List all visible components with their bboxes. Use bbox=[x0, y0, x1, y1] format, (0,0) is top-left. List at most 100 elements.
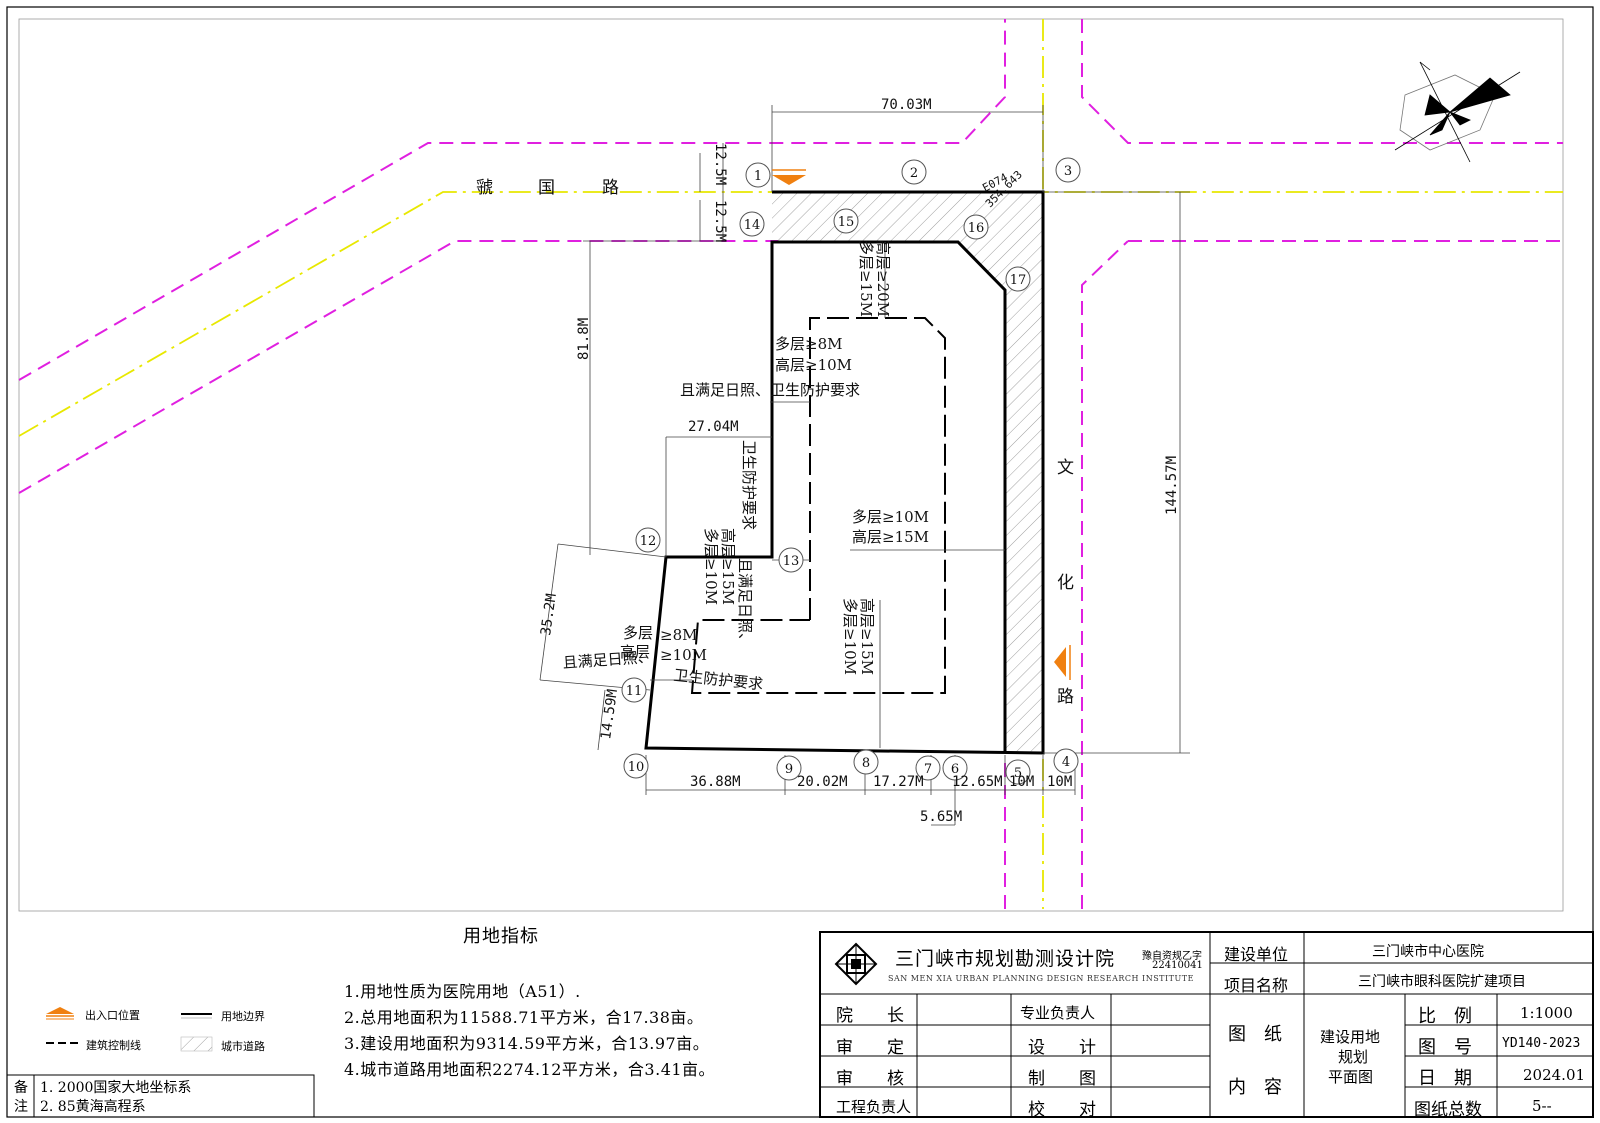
point-marker-label: 15 bbox=[838, 215, 855, 230]
setback-note: 卫生防护要求 bbox=[673, 666, 764, 693]
point-marker-label: 11 bbox=[626, 684, 643, 699]
total-label: 图纸总数 bbox=[1414, 1100, 1482, 1120]
dim-bottom-seg: 5.65M bbox=[920, 809, 962, 825]
setback-note: 多层≥10M bbox=[852, 508, 929, 526]
setback-note: 高层≥15M bbox=[719, 528, 737, 605]
dim-left-height: 81.8M bbox=[576, 318, 592, 360]
dim-road-half-lower: 12.5M bbox=[712, 200, 728, 242]
engineer-label: 工程负责人 bbox=[836, 1098, 912, 1116]
entrance-marker-east bbox=[1054, 647, 1066, 677]
setback-note: 高层≥10M bbox=[775, 356, 852, 374]
point-marker-label: 3 bbox=[1064, 164, 1072, 179]
drawing-name: 规划 bbox=[1338, 1048, 1369, 1066]
legend-boundary-label: 用地边界 bbox=[221, 1010, 265, 1023]
drawing-content-label: 图 纸 bbox=[1228, 1024, 1282, 1045]
legend-road-label: 城市道路 bbox=[221, 1040, 265, 1053]
date-value: 2024.01 bbox=[1523, 1066, 1586, 1084]
point-marker-label: 4 bbox=[1062, 755, 1070, 770]
scale-value: 1:1000 bbox=[1520, 1004, 1573, 1022]
dim-bottom-seg: 12.65M bbox=[952, 774, 1003, 790]
institute-name-en: SAN MEN XIA URBAN PLANNING DESIGN RESEAR… bbox=[888, 974, 1194, 983]
notes-label: 注 bbox=[14, 1099, 28, 1115]
dim-road-half-upper: 12.5M bbox=[712, 143, 728, 185]
point-marker-label: 12 bbox=[640, 534, 657, 549]
land-indicator-item: 2.总用地面积为11588.71平方米，合17.38亩。 bbox=[344, 1008, 704, 1027]
setback-note: 多层≥10M bbox=[841, 598, 859, 675]
road-name-char: 路 bbox=[1057, 687, 1074, 707]
road-name-char: 化 bbox=[1057, 573, 1074, 593]
date-label: 日 期 bbox=[1418, 1068, 1472, 1089]
builder-label: 建设单位 bbox=[1224, 945, 1289, 964]
dim-bottom-seg: 36.88M bbox=[690, 774, 741, 790]
check-label: 校 对 bbox=[1028, 1100, 1096, 1120]
setback-note: 且满足日照、 bbox=[562, 648, 653, 672]
legend-entrance-icon bbox=[46, 1007, 74, 1014]
site-plan-drawing: 1 2 34567891011121314 15 1617 虢 国 路 文 化 路 70… bbox=[6, 6, 1594, 1118]
design-label: 设 计 bbox=[1028, 1038, 1096, 1058]
notes-line: 1. 2000国家大地坐标系 bbox=[40, 1080, 192, 1096]
point-marker-label: 2 bbox=[910, 166, 918, 181]
land-indicator-item: 4.城市道路用地面积2274.12平方米，合3.41亩。 bbox=[344, 1060, 716, 1079]
institute-name: 三门峡市规划勘测设计院 bbox=[895, 948, 1116, 970]
approve-label: 审 定 bbox=[836, 1038, 904, 1058]
point-marker-label: 1 bbox=[754, 169, 762, 184]
land-indicator-item: 3.建设用地面积为9314.59平方米，合13.97亩。 bbox=[344, 1034, 710, 1053]
builder-value: 三门峡市中心医院 bbox=[1372, 944, 1484, 960]
drawing-name: 建设用地 bbox=[1320, 1028, 1381, 1046]
number-label: 图 号 bbox=[1418, 1037, 1472, 1058]
project-label: 项目名称 bbox=[1224, 976, 1289, 995]
project-value: 三门峡市眼科医院扩建项目 bbox=[1358, 974, 1526, 990]
dim-bottom-seg: 10M bbox=[1009, 774, 1034, 790]
dim-notch-width: 27.04M bbox=[688, 419, 739, 435]
legend-entrance-label: 出入口位置 bbox=[85, 1009, 140, 1022]
setback-note: 卫生防护要求 bbox=[740, 440, 758, 530]
specialist-label: 专业负责人 bbox=[1020, 1004, 1096, 1022]
city-road-area bbox=[772, 192, 1043, 753]
dim-bottom-seg: 20.02M bbox=[797, 774, 848, 790]
legend-road-icon bbox=[180, 1036, 213, 1052]
dim-bottom-seg: 17.27M bbox=[873, 774, 924, 790]
road-name-char: 路 bbox=[602, 178, 619, 198]
point-marker-label: 16 bbox=[968, 221, 985, 236]
setback-note: 高层≥20M bbox=[874, 240, 892, 317]
notes-line: 2. 85黄海高程系 bbox=[40, 1099, 146, 1115]
setback-note: 多层≥10M bbox=[702, 528, 720, 605]
setback-note: 高层≥15M bbox=[858, 598, 876, 675]
point-marker-label: 7 bbox=[924, 762, 932, 777]
institute-logo-icon bbox=[834, 942, 878, 986]
setback-note: 且满足日照、 bbox=[736, 558, 754, 648]
road-name-char: 国 bbox=[538, 178, 555, 198]
point-marker-label: 13 bbox=[783, 554, 800, 569]
scale-label: 比 例 bbox=[1418, 1006, 1472, 1027]
point-marker-label: 9 bbox=[785, 762, 793, 777]
dim-lower-left-height: 35.2M bbox=[538, 593, 560, 637]
dim-right-height: 144.57M bbox=[1164, 456, 1180, 515]
notes-label: 备 bbox=[14, 1080, 28, 1096]
building-control-line bbox=[690, 317, 946, 694]
dim-top-width: 70.03M bbox=[881, 97, 932, 113]
dim-bottom-seg: 10M bbox=[1047, 774, 1072, 790]
dim-bottom-left-height: 14.59M bbox=[598, 688, 621, 740]
number-value: YD140-2023 bbox=[1502, 1036, 1581, 1051]
north-arrow-icon bbox=[1394, 61, 1521, 163]
setback-note: 多层≥15M bbox=[857, 240, 875, 317]
point-marker-label: 17 bbox=[1010, 273, 1027, 288]
land-indicators-title: 用地指标 bbox=[463, 926, 539, 947]
point-marker-label: 10 bbox=[628, 760, 645, 775]
total-value: 5-- bbox=[1532, 1097, 1552, 1115]
license-number: 22410041 bbox=[1152, 960, 1203, 971]
setback-note: 且满足日照、卫生防护要求 bbox=[680, 381, 860, 399]
draw-label: 制 图 bbox=[1028, 1069, 1096, 1089]
point-marker-label: 8 bbox=[862, 756, 870, 771]
point-marker-label: 14 bbox=[744, 218, 761, 233]
land-indicator-item: 1.用地性质为医院用地（A51）. bbox=[344, 982, 581, 1001]
road-name-char: 文 bbox=[1057, 458, 1074, 478]
review-label: 审 核 bbox=[836, 1069, 904, 1089]
setback-note: ≥8M bbox=[660, 626, 697, 644]
entrance-marker-north bbox=[772, 175, 806, 185]
road-name-char: 虢 bbox=[476, 178, 493, 198]
setback-note: 高层≥15M bbox=[852, 528, 929, 546]
setback-note: ≥10M bbox=[660, 646, 707, 664]
drawing-name: 平面图 bbox=[1328, 1068, 1374, 1086]
setback-note: 多层≥8M bbox=[775, 335, 842, 353]
